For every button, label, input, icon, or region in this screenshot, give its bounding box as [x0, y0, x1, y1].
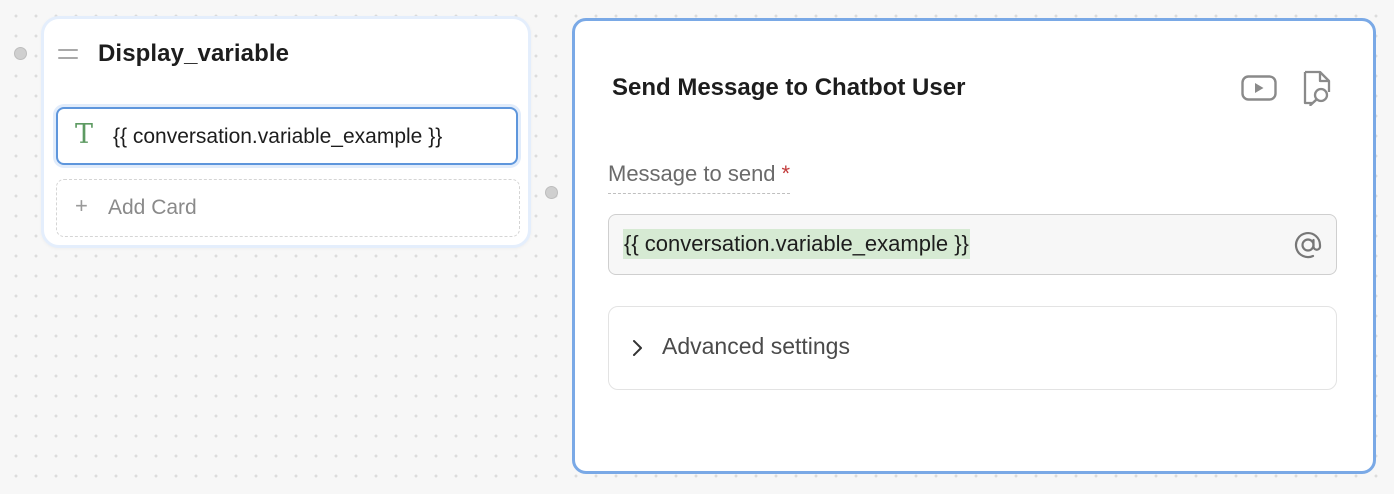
video-play-icon[interactable]	[1240, 69, 1278, 107]
variable-chip[interactable]: {{ conversation.variable_example }}	[623, 229, 970, 259]
add-card-label: Add Card	[108, 196, 197, 219]
plus-icon: +	[75, 193, 88, 218]
message-field-label: Message to send *	[608, 161, 791, 194]
text-type-icon: T	[75, 119, 94, 150]
at-sign-icon[interactable]	[1292, 229, 1324, 261]
left-connection-handle[interactable]	[14, 47, 27, 60]
advanced-settings-toggle[interactable]: Advanced settings	[608, 306, 1337, 390]
flow-node-display-variable[interactable]: Display_variable T {{ conversation.varia…	[41, 16, 531, 248]
node-title: Display_variable	[98, 40, 290, 67]
send-message-panel: Send Message to Chatbot User Message to …	[572, 18, 1376, 474]
advanced-settings-label: Advanced settings	[662, 333, 850, 359]
panel-title: Send Message to Chatbot User	[612, 74, 966, 101]
chevron-right-icon	[633, 340, 642, 356]
drag-handle-icon[interactable]	[58, 49, 78, 61]
document-search-icon[interactable]	[1298, 69, 1336, 107]
required-mark: *	[781, 161, 791, 186]
text-card[interactable]: T {{ conversation.variable_example }}	[56, 107, 518, 165]
message-field-label-text: Message to send	[608, 161, 776, 186]
add-card-button[interactable]: + Add Card	[56, 179, 520, 237]
text-card-content: {{ conversation.variable_example }}	[113, 125, 443, 148]
right-connection-handle[interactable]	[545, 186, 558, 199]
message-input[interactable]: {{ conversation.variable_example }}	[608, 214, 1337, 275]
